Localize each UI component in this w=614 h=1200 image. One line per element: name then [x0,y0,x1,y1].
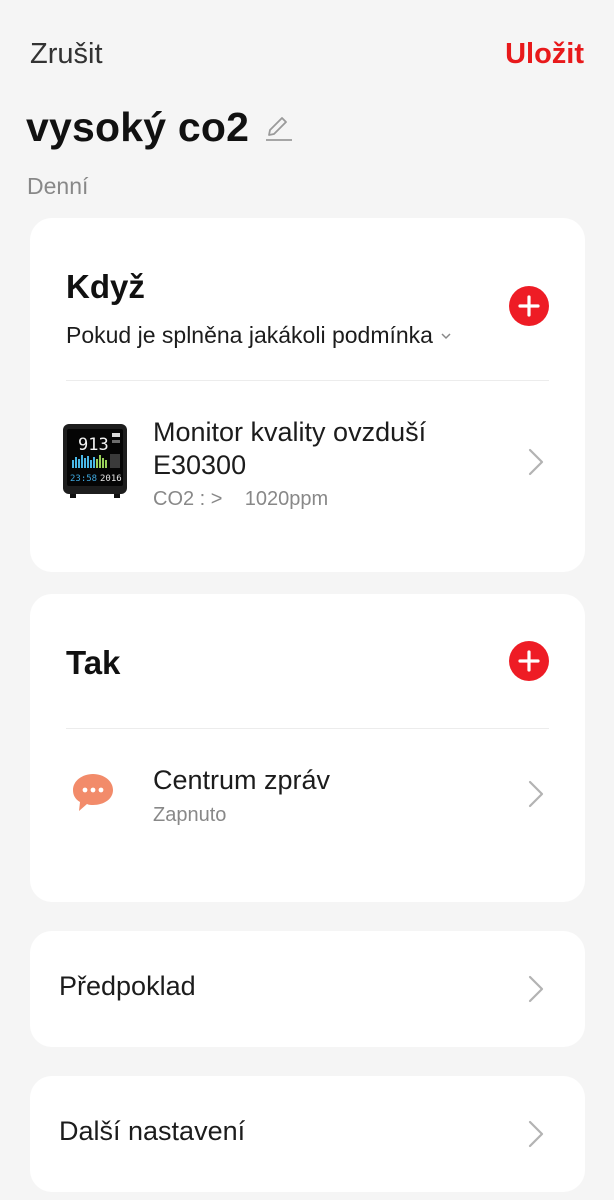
more-settings-row[interactable]: Další nastavení [30,1076,585,1192]
divider [66,380,549,381]
device-name: Monitor kvality ovzduší E30300 [153,416,426,482]
pencil-icon[interactable] [263,113,293,143]
precondition-label: Předpoklad [59,971,196,1001]
air-monitor-device-image: 913 23:58 2016 [62,424,128,498]
when-card: Když Pokud je splněna jakákoli podmínka … [30,218,585,572]
add-condition-button[interactable] [509,286,549,326]
divider [66,728,549,729]
chat-bubble-icon [70,770,116,816]
device-name-line1: Monitor kvality ovzduší [153,417,427,447]
device-name-line2: E30300 [153,450,247,480]
plus-icon [518,650,540,672]
cancel-button[interactable]: Zrušit [30,38,103,71]
chevron-down-icon [441,328,451,343]
condition-mode-select[interactable]: Pokud je splněna jakákoli podmínka [66,322,451,349]
chevron-right-icon [527,1119,545,1149]
plus-icon [518,295,540,317]
scene-title: vysoký co2 [26,104,250,150]
top-bar: Zrušit Uložit [0,0,614,112]
precondition-row[interactable]: Předpoklad [30,931,585,1047]
scene-title-row[interactable]: vysoký co2 [26,104,293,151]
more-settings-label: Další nastavení [59,1116,246,1146]
then-card: Tak Centrum zpráv Zapnuto [30,594,585,902]
device-year: 2016 [100,474,122,484]
action-status: Zapnuto [153,804,227,826]
condition-mode-label: Pokud je splněna jakákoli podmínka [66,322,433,348]
chevron-right-icon [527,974,545,1004]
action-name: Centrum zpráv [153,765,331,795]
save-button[interactable]: Uložit [505,38,584,71]
chevron-right-icon [527,779,545,809]
chevron-right-icon [527,447,545,477]
schedule-label: Denní [27,173,89,199]
when-title: Když [66,268,145,305]
device-time: 23:58 [70,474,97,484]
condition-detail: CO2 : > 1020ppm [153,488,329,510]
add-action-button[interactable] [509,641,549,681]
device-reading: 913 [78,435,109,455]
then-title: Tak [66,644,121,681]
